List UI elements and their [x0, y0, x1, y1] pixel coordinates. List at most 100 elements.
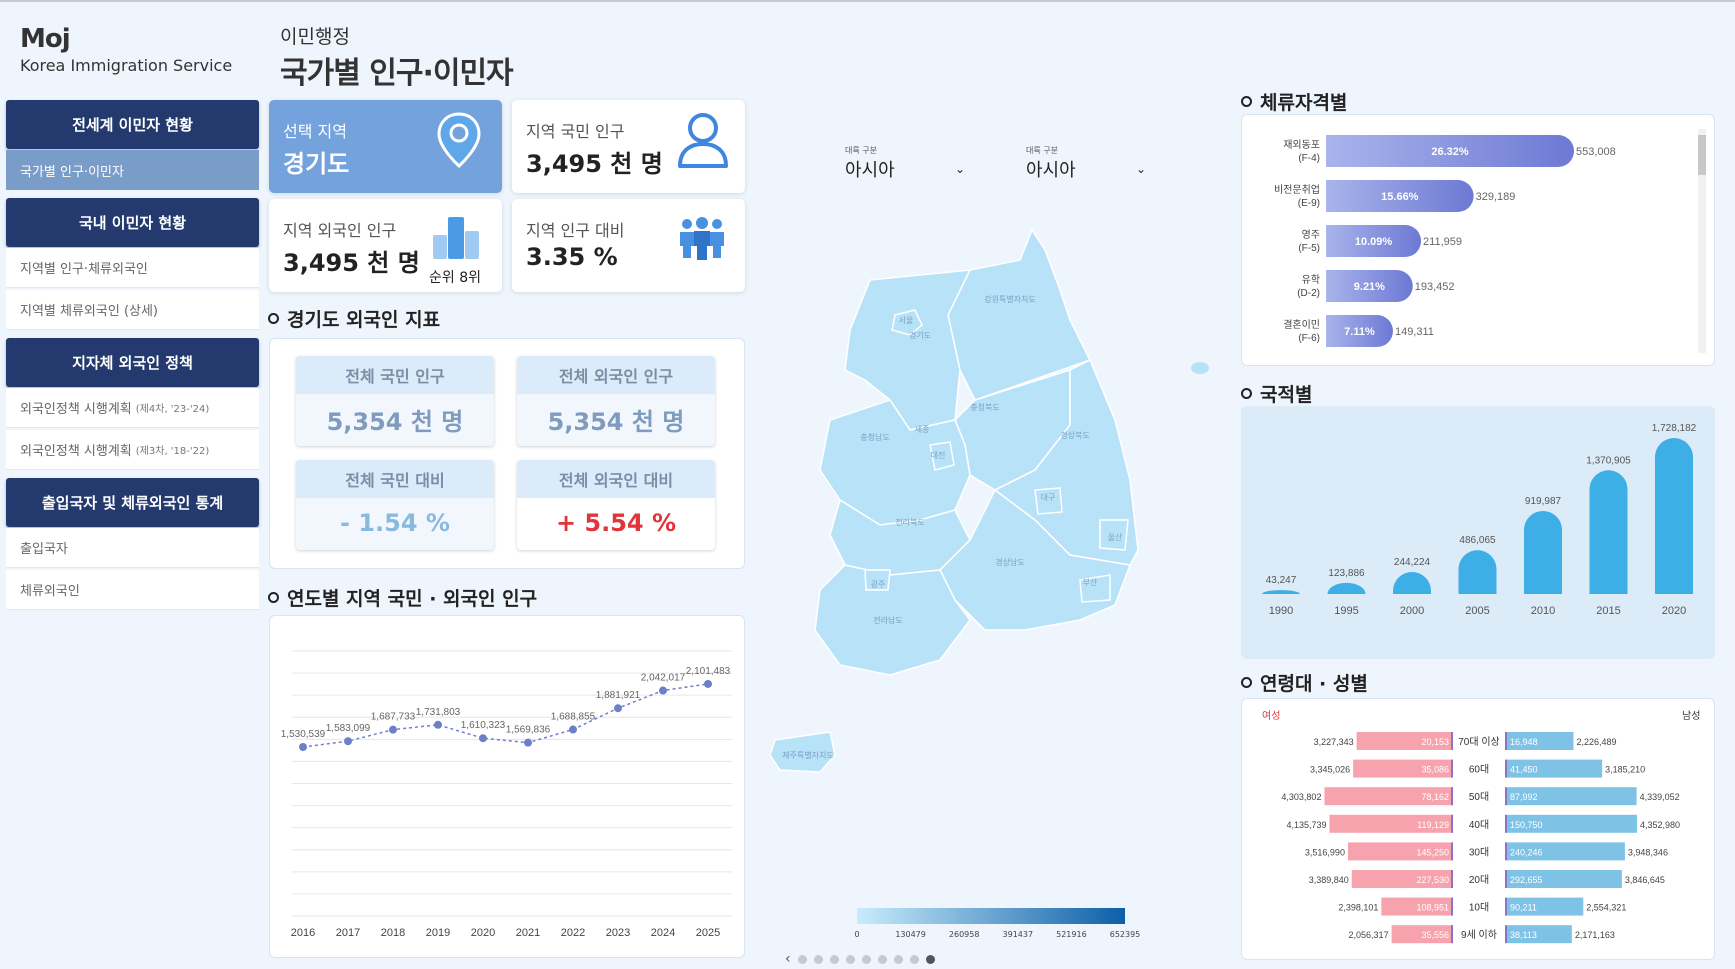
bar-divider	[1505, 759, 1507, 778]
column-bar[interactable]	[1393, 571, 1431, 594]
pager-dot[interactable]	[909, 954, 919, 964]
kpi-foreign-ratio: 전체 외국인 대비 + 5.54 %	[517, 460, 715, 550]
column-bar[interactable]	[1458, 550, 1497, 594]
x-tick-label: 2010	[1531, 605, 1555, 617]
visa-bar-chart: 재외동포 (F-4) 26.32% 553,008 비전문취업 (E-9) 15.66% 32…	[1274, 135, 1616, 347]
bar-divider	[1505, 925, 1507, 944]
category-code: (F-6)	[1298, 333, 1320, 344]
menu-item-regional-detail[interactable]: 지역별 체류외국인 (상세)	[6, 290, 259, 330]
data-point[interactable]	[344, 737, 352, 746]
bar-divider	[1451, 787, 1453, 806]
column-bar[interactable]	[1655, 438, 1693, 594]
legend-tick-label: 260958	[948, 930, 980, 939]
menu-head-world[interactable]: 전세계 이민자 현황	[6, 100, 259, 149]
menu-head-domestic[interactable]: 국내 이민자 현황	[6, 198, 259, 247]
pager-dot[interactable]	[813, 954, 823, 964]
x-tick-label: 2000	[1400, 605, 1424, 617]
pager-dot[interactable]	[797, 954, 807, 964]
menu-head-statistics[interactable]: 출입국자 및 체류외국인 통계	[6, 478, 259, 527]
column-bar[interactable]	[1524, 510, 1562, 594]
age-group-label: 20대	[1469, 874, 1489, 886]
pager-dot[interactable]	[829, 954, 839, 964]
map-region-label: 대구	[1041, 493, 1056, 502]
age-group-label: 10대	[1469, 902, 1489, 914]
percent-label: 7.11%	[1344, 326, 1375, 338]
visa-chart-panel: 재외동포 (F-4) 26.32% 553,008 비전문취업 (E-9) 15.66% 32…	[1241, 114, 1715, 366]
female-total-label: 4,303,802	[1281, 792, 1321, 802]
bar-divider	[1505, 897, 1507, 916]
x-tick-label: 2016	[291, 927, 315, 939]
menu-item-label: 외국인정책 시행계획	[20, 402, 132, 417]
x-tick-label: 2018	[381, 927, 405, 939]
brand-logo: Moj	[20, 24, 71, 54]
map-island-ulleung	[1191, 362, 1209, 374]
menu-item-country-population[interactable]: 국가별 인구·이민자	[6, 150, 259, 190]
map-region-label: 강원특별자치도	[984, 294, 1036, 304]
menu-item-policy-3rd[interactable]: 외국인정책 시행계획 (제3차, '18-'22)	[6, 430, 259, 470]
pager-dot[interactable]	[861, 954, 871, 964]
male-inner-label: 16,948	[1510, 737, 1538, 747]
menu-item-residents[interactable]: 체류외국인	[6, 570, 259, 610]
scrollbar[interactable]	[1698, 129, 1706, 353]
data-point[interactable]	[479, 734, 487, 743]
column-bar[interactable]	[1327, 582, 1366, 594]
category-code: (F-4)	[1298, 153, 1320, 164]
korea-map[interactable]: 서울경기도 강원특별자치도충청북도충청남도 세종대전 경상북도대구전라북도울산경상남도…	[770, 220, 1220, 880]
data-point[interactable]	[524, 738, 532, 747]
menu-item-regional-population[interactable]: 지역별 인구·체류외국인	[6, 248, 259, 288]
section-title-visa: 체류자격별	[1241, 88, 1347, 115]
male-total-label: 3,846,645	[1625, 875, 1665, 885]
data-point[interactable]	[614, 704, 622, 713]
data-point[interactable]	[704, 679, 712, 688]
legend-tick-label: 130479	[895, 930, 926, 939]
chevron-down-icon: ⌄	[954, 162, 965, 176]
column-bar[interactable]	[1262, 590, 1300, 594]
female-total-label: 2,056,317	[1349, 930, 1389, 940]
person-icon	[678, 113, 728, 168]
value-label: 919,987	[1525, 496, 1562, 507]
data-point[interactable]	[659, 686, 667, 695]
chevron-left-icon[interactable]: ‹	[785, 951, 791, 967]
indicators-panel: 전체 국민 인구 5,354 천 명 전체 외국인 인구 5,354 천 명 전…	[269, 338, 745, 569]
female-inner-label: 78,162	[1421, 792, 1449, 802]
kpi-label: 전체 국민 대비	[296, 460, 494, 498]
data-point[interactable]	[299, 743, 307, 752]
map-region-label: 경상남도	[995, 557, 1024, 567]
pager-dot[interactable]	[925, 954, 935, 964]
menu-head-local-policy[interactable]: 지자체 외국인 정책	[6, 338, 259, 387]
scrollbar-thumb[interactable]	[1698, 135, 1706, 175]
kpi-value: - 1.54 %	[340, 509, 450, 537]
x-tick-label: 1990	[1269, 605, 1293, 617]
x-tick-label: 2025	[696, 927, 720, 939]
pager-dot[interactable]	[877, 954, 887, 964]
menu-item-policy-4th[interactable]: 외국인정책 시행계획 (제4차, '23-'24)	[6, 388, 259, 428]
map-pager[interactable]: ‹	[785, 951, 935, 967]
female-total-label: 4,135,739	[1286, 820, 1326, 830]
pager-dot[interactable]	[845, 954, 855, 964]
series-line	[302, 683, 709, 748]
data-point[interactable]	[434, 720, 442, 729]
data-label: 2,042,017	[641, 673, 686, 684]
data-label: 1,569,836	[506, 725, 551, 736]
x-tick-label: 2020	[471, 927, 495, 939]
map-legend-ticks: 0 130479 260958 391437 521916 652395	[854, 930, 1140, 942]
age-gender-chart: 여성 남성 20,153 3,227,343 70대 이상 16,948 2,226,489…	[1262, 710, 1700, 944]
brand-subtitle: Korea Immigration Service	[20, 56, 233, 75]
data-point[interactable]	[389, 725, 397, 734]
kpi-total-national: 전체 국민 인구 5,354 천 명	[296, 356, 494, 446]
map-region-label: 울산	[1108, 532, 1123, 542]
bar-chart-icon	[433, 217, 479, 259]
value-label: 486,065	[1459, 535, 1496, 546]
menu-item-entry-exit[interactable]: 출입국자	[6, 528, 259, 568]
female-total-label: 3,345,026	[1310, 765, 1350, 775]
continent-dropdown-1[interactable]: 대륙 구분 아시아 ⌄	[845, 145, 965, 182]
dropdown-value: 아시아	[845, 160, 895, 181]
data-point[interactable]	[569, 725, 577, 734]
value-label: 211,959	[1423, 236, 1462, 248]
continent-dropdown-2[interactable]: 대륙 구분 아시아 ⌄	[1026, 145, 1146, 182]
bar-divider	[1505, 842, 1507, 861]
column-bar[interactable]	[1589, 470, 1628, 594]
pager-dot[interactable]	[893, 954, 903, 964]
section-title-yearly: 연도별 지역 국민 · 외국인 인구	[268, 584, 537, 611]
map-region-label: 서울	[899, 316, 914, 325]
